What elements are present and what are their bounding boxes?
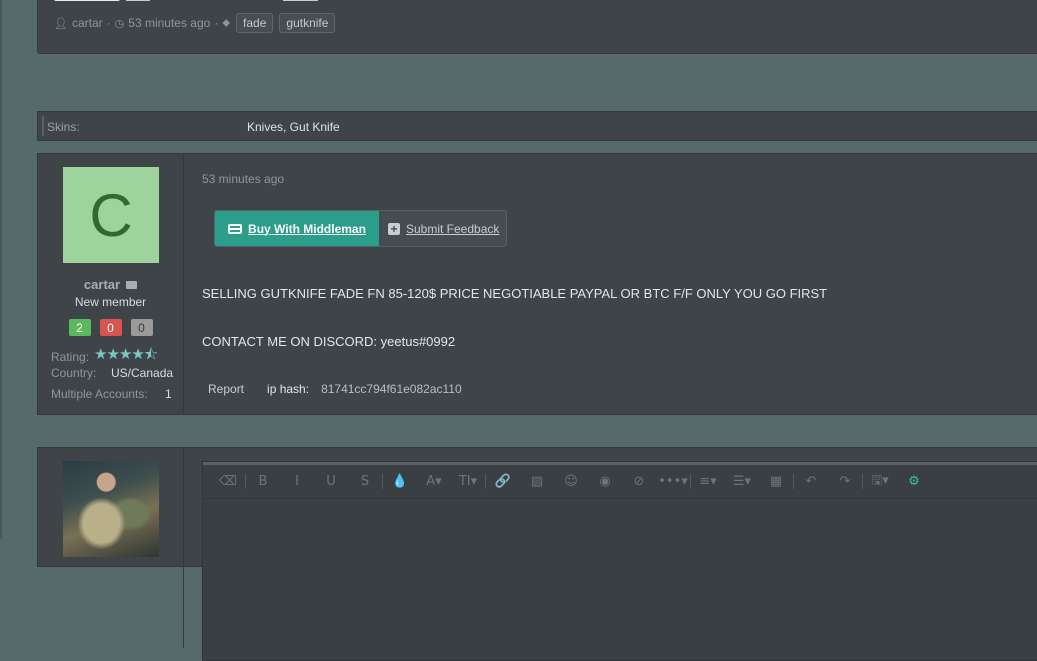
truncated-element [283,0,318,1]
post-user-column: C cartar New member 2 0 0 Rating: ★★★★⯪ … [38,154,184,414]
font-size-icon[interactable]: TI▾ [451,474,486,489]
truncated-element [54,0,120,1]
hide-icon[interactable]: ⊘ [622,474,656,489]
submit-feedback-button[interactable]: + Submit Feedback [388,211,499,246]
ip-hash-value: 81741cc794f61e082ac110 [321,382,462,396]
reply-user-column [38,448,184,648]
avatar[interactable] [63,461,159,557]
avatar-letter: C [89,181,133,249]
accounts-value: 1 [165,387,172,401]
underline-icon[interactable]: U [314,474,348,489]
rating-label: Rating: [51,349,90,364]
save-draft-icon[interactable]: 🖫▾ [863,471,897,493]
submit-feedback-label: Submit Feedback [406,221,500,236]
more-icon[interactable]: •••▾ [656,474,691,489]
positive-count-badge[interactable]: 2 [68,319,91,336]
negative-count-badge[interactable]: 0 [99,319,122,336]
strikethrough-icon[interactable]: S [348,474,383,489]
clock-icon: ◷ [114,17,125,30]
tag-gutknife[interactable]: gutknife [279,13,336,33]
eraser-icon[interactable]: ⌫ [211,474,246,489]
bold-icon[interactable]: B [246,474,280,489]
accounts-row: Multiple Accounts: 1 [51,387,172,401]
left-edge [0,0,2,539]
user-title: New member [74,295,147,309]
reputation-badges: 2 0 0 [38,319,183,336]
spoiler-icon[interactable]: ◉ [588,474,622,489]
skins-label: Skins: [47,120,80,134]
thread-time: 53 minutes ago [128,16,211,30]
skins-value: Knives, Gut Knife [247,120,340,134]
redo-icon[interactable]: ↷ [828,474,863,489]
previous-thread-block: 👤︎ cartar · ◷ 53 minutes ago · ⬥ fade gu… [37,0,1037,54]
align-icon[interactable]: ≡▾ [691,474,725,489]
table-icon[interactable]: ▦ [759,474,794,489]
tag-fade[interactable]: fade [236,13,274,33]
settings-icon[interactable]: ⚙ [897,474,931,489]
color-icon[interactable]: 💧 [383,474,417,489]
country-value: US/Canada [111,366,174,380]
username-row: cartar [38,277,183,292]
truncated-element [126,0,150,1]
image-icon[interactable]: ▨ [520,474,554,489]
font-icon[interactable]: A▾ [417,474,451,489]
row-accent [42,116,44,136]
ip-hash-label: ip hash: [267,382,310,396]
editor-text-area[interactable] [203,499,1037,660]
editor-toolbar: ⌫ B I U S 💧 A▾ TI▾ 🔗 ▨ ☺ ◉ ⊘ •••▾ ≡▾ ☰▾ ▦ ↶ ↷ 🖫▾ ⚙ [203,465,1037,499]
smiley-icon[interactable]: ☺ [554,474,588,489]
undo-icon[interactable]: ↶ [794,474,828,489]
envelope-icon[interactable] [126,280,138,289]
post-footer: Report ip hash: 81741cc794f61e082ac110 [208,382,462,396]
accounts-label: Multiple Accounts: [51,387,148,401]
credit-card-icon [228,223,243,234]
italic-icon[interactable]: I [280,474,314,489]
post-message-line: SELLING GUTKNIFE FADE FN 85-120$ PRICE N… [202,286,828,301]
avatar[interactable]: C [63,167,159,263]
post-action-bar: Buy With Middleman + Submit Feedback [214,210,507,247]
post-message-line: CONTACT ME ON DISCORD: yeetus#0992 [202,334,456,349]
report-link[interactable]: Report [208,382,244,396]
username[interactable]: cartar [84,277,120,292]
neutral-count-badge[interactable]: 0 [130,319,153,336]
reply-editor: ⌫ B I U S 💧 A▾ TI▾ 🔗 ▨ ☺ ◉ ⊘ •••▾ ≡▾ ☰▾ ▦ ↶ ↷ 🖫▾ ⚙ [202,461,1037,661]
link-icon[interactable]: 🔗 [486,474,520,489]
post-block: C cartar New member 2 0 0 Rating: ★★★★⯪ … [37,153,1037,415]
country-row: Country: US/Canada [51,366,173,380]
thread-meta: 👤︎ cartar · ◷ 53 minutes ago · ⬥ fade gu… [54,13,336,33]
post-content-column: 53 minutes ago Buy With Middleman + Subm… [202,154,1037,414]
post-timestamp[interactable]: 53 minutes ago [202,172,284,186]
buy-with-middleman-button[interactable]: Buy With Middleman [215,211,379,246]
plus-icon: + [388,222,400,235]
skins-field-row: Skins: Knives, Gut Knife [37,111,1037,141]
thread-author[interactable]: cartar [72,16,103,30]
country-label: Country: [51,366,97,380]
tags-icon: ⬥ [222,16,231,29]
list-icon[interactable]: ☰▾ [725,474,759,489]
user-icon: 👤︎ [54,17,68,30]
reply-block: ⌫ B I U S 💧 A▾ TI▾ 🔗 ▨ ☺ ◉ ⊘ •••▾ ≡▾ ☰▾ ▦ ↶ ↷ 🖫▾ ⚙ [37,447,1037,661]
buy-with-middleman-label: Buy With Middleman [248,221,366,236]
